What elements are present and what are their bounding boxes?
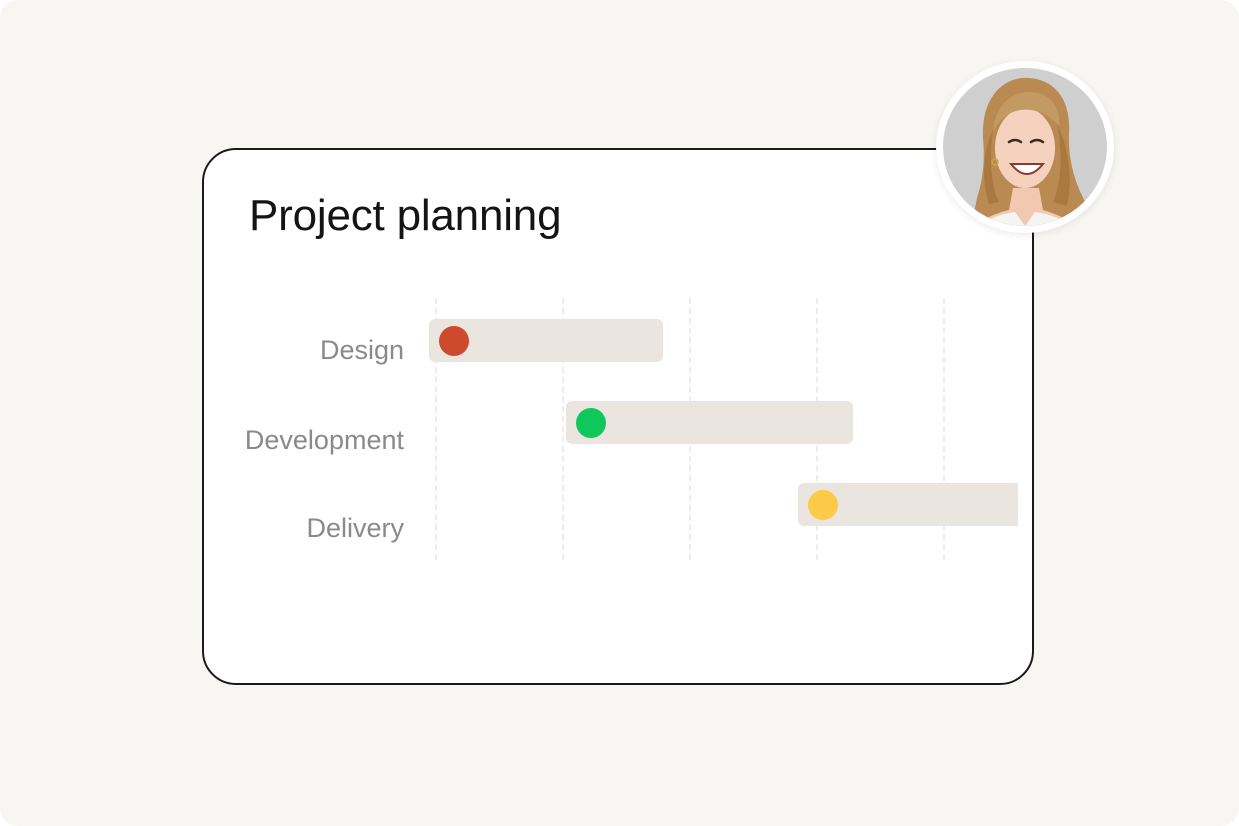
project-planning-card: Project planning Design Development Deli… <box>202 148 1034 685</box>
task-bar-development[interactable] <box>566 401 853 444</box>
page-background: Project planning Design Development Deli… <box>0 0 1239 826</box>
task-bar-delivery[interactable] <box>798 483 1018 526</box>
status-dot <box>576 408 606 438</box>
task-label-development: Development <box>244 425 404 455</box>
task-label-design: Design <box>319 335 404 365</box>
task-bar-design[interactable] <box>429 319 663 362</box>
user-avatar-photo-icon <box>943 68 1107 226</box>
status-dot <box>808 490 838 520</box>
user-avatar[interactable] <box>936 61 1114 233</box>
task-label-delivery: Delivery <box>306 513 404 543</box>
status-dot <box>439 326 469 356</box>
card-title: Project planning <box>249 191 562 240</box>
